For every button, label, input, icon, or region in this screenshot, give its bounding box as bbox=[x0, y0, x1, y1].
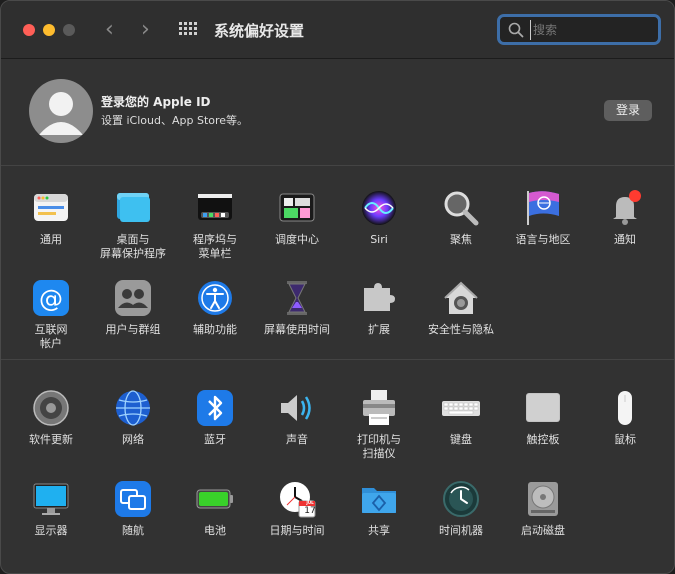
system-preferences-window: ‹ › 系统偏好设置 登录您的 Apple ID 设置 iCloud、App S… bbox=[0, 0, 675, 574]
pane-label: 电池 bbox=[204, 524, 226, 537]
pane-label: 程序坞与 菜单栏 bbox=[193, 233, 237, 260]
minimize-button[interactable] bbox=[43, 24, 55, 36]
forward-button[interactable]: › bbox=[141, 17, 150, 43]
pane-label: 桌面与 屏幕保护程序 bbox=[100, 233, 166, 260]
pane-label: 软件更新 bbox=[29, 433, 73, 446]
show-all-grid-icon[interactable] bbox=[179, 22, 197, 38]
printer-icon bbox=[363, 390, 395, 425]
gear-icon bbox=[33, 390, 69, 426]
preferences-section-personal: 通用 桌面与 屏幕保护程序 程序坞与 菜单栏 调度中心 Siri 聚焦 语言与地… bbox=[1, 167, 674, 360]
pane-label: 聚焦 bbox=[450, 233, 472, 246]
svg-text:@: @ bbox=[39, 285, 63, 313]
pane-label: 随航 bbox=[122, 524, 144, 537]
pane-label: Siri bbox=[370, 233, 388, 246]
login-button[interactable]: 登录 bbox=[604, 100, 652, 121]
search-input[interactable] bbox=[530, 20, 650, 40]
apple-id-section: 登录您的 Apple ID 设置 iCloud、App Store等。 登录 bbox=[1, 59, 674, 166]
mission-control-icon bbox=[279, 193, 315, 222]
time-machine-icon bbox=[443, 481, 479, 517]
house-lock-icon bbox=[444, 281, 478, 314]
pane-label: 显示器 bbox=[34, 524, 68, 537]
pane-label: 日期与时间 bbox=[269, 524, 325, 537]
pane-label: 互联网 帐户 bbox=[34, 323, 68, 350]
chevron-left-icon: ‹ bbox=[105, 17, 114, 42]
preferences-section-hardware: 软件更新 网络 蓝牙 声音 打印机与 扫描仪 键盘 触控板 鼠标 显示器 随航 … bbox=[1, 361, 674, 573]
pane-label: 时间机器 bbox=[439, 524, 483, 537]
search-icon bbox=[508, 22, 524, 38]
pane-label: 鼠标 bbox=[614, 433, 636, 446]
sidecar-icon bbox=[115, 481, 151, 517]
language-region-icon bbox=[527, 191, 559, 225]
keyboard-icon bbox=[442, 401, 480, 416]
pane-label: 语言与地区 bbox=[515, 233, 571, 246]
hard-drive-icon bbox=[528, 482, 558, 516]
desktop-icon bbox=[117, 193, 150, 222]
battery-icon bbox=[196, 489, 233, 509]
chevron-right-icon: › bbox=[141, 17, 150, 42]
calendar-month-text: JUL bbox=[306, 500, 314, 505]
users-groups-icon bbox=[115, 280, 151, 316]
pane-label: 键盘 bbox=[450, 433, 472, 446]
pane-label: 调度中心 bbox=[275, 233, 319, 246]
titlebar: ‹ › 系统偏好设置 bbox=[1, 1, 674, 59]
pane-label: 蓝牙 bbox=[204, 433, 226, 446]
siri-icon bbox=[362, 191, 396, 225]
pane-label: 通知 bbox=[614, 233, 636, 246]
pane-label: 触控板 bbox=[526, 433, 560, 446]
zoom-button[interactable] bbox=[63, 24, 75, 36]
general-icon bbox=[34, 194, 68, 221]
puzzle-piece-icon bbox=[364, 283, 395, 311]
close-button[interactable] bbox=[23, 24, 35, 36]
spotlight-icon bbox=[444, 191, 479, 226]
pane-label: 打印机与 扫描仪 bbox=[357, 433, 401, 460]
accessibility-icon bbox=[198, 281, 232, 315]
user-silhouette-icon bbox=[39, 92, 83, 135]
notifications-icon bbox=[613, 190, 641, 225]
window-title: 系统偏好设置 bbox=[214, 22, 305, 40]
apple-id-title[interactable]: 登录您的 Apple ID bbox=[101, 93, 211, 110]
calendar-day-text: 17 bbox=[304, 506, 316, 516]
bluetooth-icon bbox=[197, 390, 233, 426]
hourglass-icon bbox=[287, 281, 307, 315]
mouse-icon bbox=[618, 391, 632, 425]
avatar[interactable] bbox=[29, 79, 93, 143]
pane-label: 安全性与隐私 bbox=[428, 323, 494, 336]
dock-icon bbox=[198, 194, 232, 220]
pane-label: 用户与群组 bbox=[105, 323, 161, 336]
pane-label: 声音 bbox=[286, 433, 308, 446]
folder-sharing-icon bbox=[362, 488, 396, 513]
trackpad-icon bbox=[526, 393, 560, 422]
pane-label: 通用 bbox=[40, 233, 62, 246]
speaker-icon bbox=[281, 395, 311, 421]
pane-label: 屏幕使用时间 bbox=[264, 323, 330, 336]
pane-label: 扩展 bbox=[368, 323, 390, 336]
monitor-icon bbox=[33, 483, 69, 515]
search-field[interactable] bbox=[497, 14, 661, 45]
pane-label: 辅助功能 bbox=[193, 323, 237, 336]
back-button[interactable]: ‹ bbox=[105, 17, 114, 43]
pane-label: 启动磁盘 bbox=[521, 524, 565, 537]
pane-label: 网络 bbox=[122, 433, 144, 446]
globe-icon bbox=[116, 390, 150, 426]
apple-id-subtitle: 设置 iCloud、App Store等。 bbox=[101, 114, 249, 127]
internet-accounts-icon: @ bbox=[33, 280, 69, 316]
pane-label: 共享 bbox=[368, 524, 390, 537]
